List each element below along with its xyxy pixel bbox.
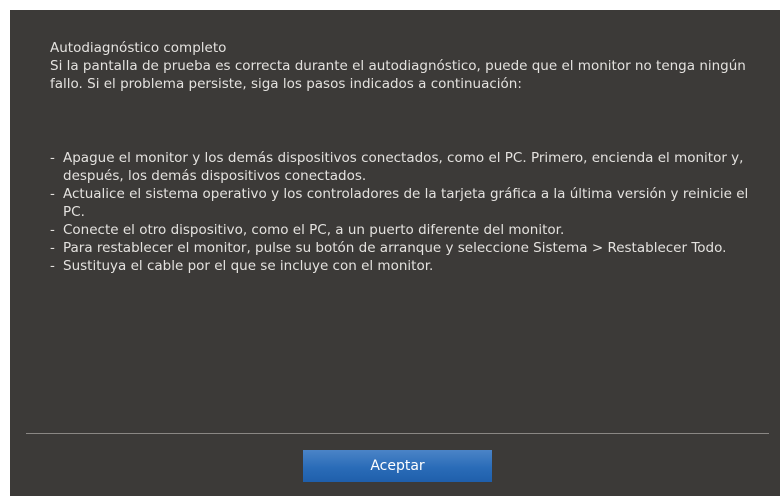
step-text: Sustituya el cable por el que se incluye… (63, 258, 434, 274)
list-item: - Apague el monitor y los demás disposit… (50, 149, 750, 185)
self-diagnosis-dialog: Autodiagnóstico completo Si la pantalla … (10, 10, 780, 496)
divider (26, 433, 769, 434)
dialog-title: Autodiagnóstico completo (50, 40, 227, 56)
step-text: Actualice el sistema operativo y los con… (63, 186, 749, 220)
step-text: Apague el monitor y los demás dispositiv… (63, 150, 744, 184)
bullet-dash: - (50, 186, 55, 202)
dialog-intro-text: Si la pantalla de prueba es correcta dur… (50, 58, 746, 92)
list-item: - Para restablecer el monitor, pulse su … (50, 239, 750, 257)
step-text: Para restablecer el monitor, pulse su bo… (63, 240, 727, 256)
list-item: - Sustituya el cable por el que se inclu… (50, 257, 750, 275)
bullet-dash: - (50, 258, 55, 274)
bullet-dash: - (50, 222, 55, 238)
troubleshooting-steps-list: - Apague el monitor y los demás disposit… (50, 149, 750, 275)
accept-button[interactable]: Aceptar (303, 450, 492, 482)
list-item: - Conecte el otro dispositivo, como el P… (50, 221, 750, 239)
step-text: Conecte el otro dispositivo, como el PC,… (63, 222, 565, 238)
list-item: - Actualice el sistema operativo y los c… (50, 185, 750, 221)
bullet-dash: - (50, 240, 55, 256)
bullet-dash: - (50, 150, 55, 166)
